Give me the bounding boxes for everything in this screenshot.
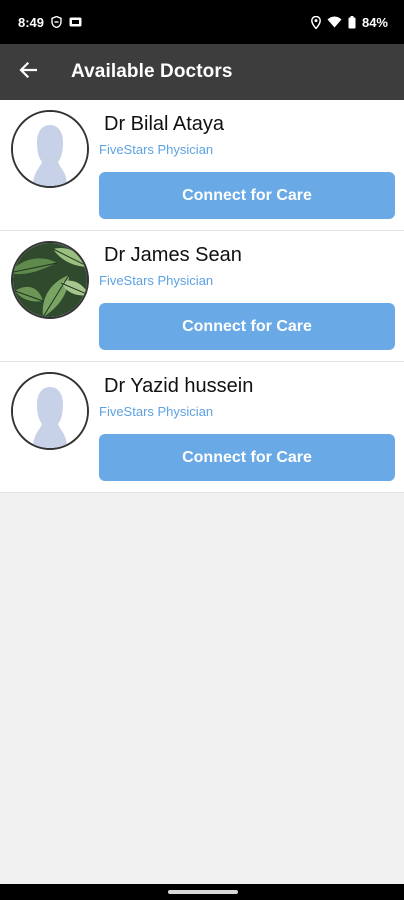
- connect-for-care-button[interactable]: Connect for Care: [99, 303, 395, 350]
- page-title: Available Doctors: [71, 61, 233, 82]
- sim-card-icon: [69, 17, 82, 27]
- doctor-card: Dr James Sean FiveStars Physician Connec…: [0, 231, 404, 362]
- app-bar: Available Doctors: [0, 44, 404, 100]
- battery-icon: [348, 15, 356, 29]
- avatar: [11, 110, 89, 188]
- connect-for-care-button[interactable]: Connect for Care: [99, 172, 395, 219]
- avatar: [11, 241, 89, 319]
- status-bar: 8:49 84%: [0, 0, 404, 44]
- person-silhouette-icon: [13, 374, 87, 448]
- doctor-subtitle: FiveStars Physician: [99, 142, 214, 157]
- doctor-subtitle: FiveStars Physician: [99, 404, 214, 419]
- doctor-name: Dr James Sean: [104, 244, 242, 266]
- status-right: 84%: [311, 15, 388, 30]
- doctor-card: Dr Bilal Ataya FiveStars Physician Conne…: [0, 100, 404, 231]
- doctor-card: Dr Yazid hussein FiveStars Physician Con…: [0, 362, 404, 493]
- status-left: 8:49: [18, 15, 82, 30]
- leaf-photo-icon: [13, 243, 87, 317]
- doctor-name: Dr Bilal Ataya: [104, 113, 225, 135]
- doctor-name: Dr Yazid hussein: [104, 375, 254, 397]
- doctor-subtitle: FiveStars Physician: [99, 273, 214, 288]
- shield-icon: [51, 16, 62, 28]
- back-button[interactable]: [0, 44, 56, 100]
- avatar: [11, 372, 89, 450]
- person-silhouette-icon: [13, 112, 87, 186]
- doctor-list: Dr Bilal Ataya FiveStars Physician Conne…: [0, 100, 404, 493]
- status-time: 8:49: [18, 14, 45, 30]
- wifi-icon: [327, 16, 342, 28]
- connect-for-care-button[interactable]: Connect for Care: [99, 434, 395, 481]
- location-icon: [311, 15, 321, 29]
- arrow-left-icon: [19, 61, 38, 83]
- navigation-bar: [0, 884, 404, 900]
- battery-percentage: 84%: [361, 14, 388, 30]
- home-gesture-handle[interactable]: [168, 890, 238, 894]
